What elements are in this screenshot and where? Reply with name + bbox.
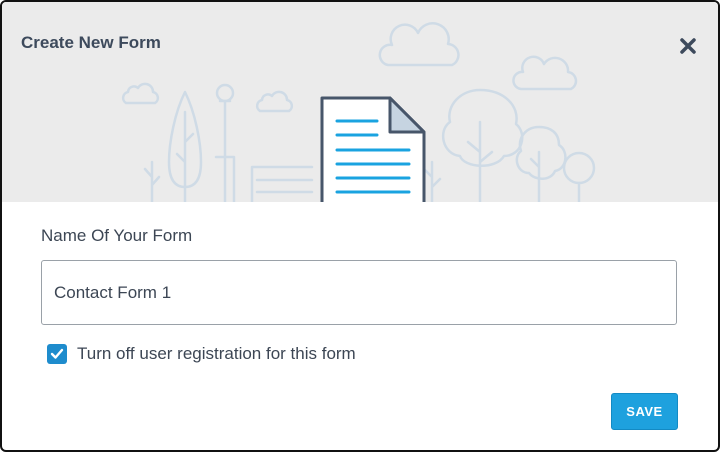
document-icon [320, 96, 426, 202]
registration-checkbox-row[interactable]: Turn off user registration for this form [47, 344, 356, 364]
dialog-header: Create New Form [2, 2, 718, 202]
park-illustration [121, 22, 596, 202]
create-form-dialog: Create New Form Name Of Your Form Turn o… [0, 0, 720, 452]
dialog-title: Create New Form [21, 33, 161, 52]
close-icon[interactable] [676, 34, 700, 58]
checkmark-icon [50, 348, 64, 359]
form-name-label: Name Of Your Form [41, 226, 193, 245]
registration-checkbox-label: Turn off user registration for this form [77, 344, 356, 363]
form-name-input[interactable] [41, 260, 677, 325]
save-button[interactable]: SAVE [611, 393, 678, 430]
registration-checkbox[interactable] [47, 344, 67, 364]
